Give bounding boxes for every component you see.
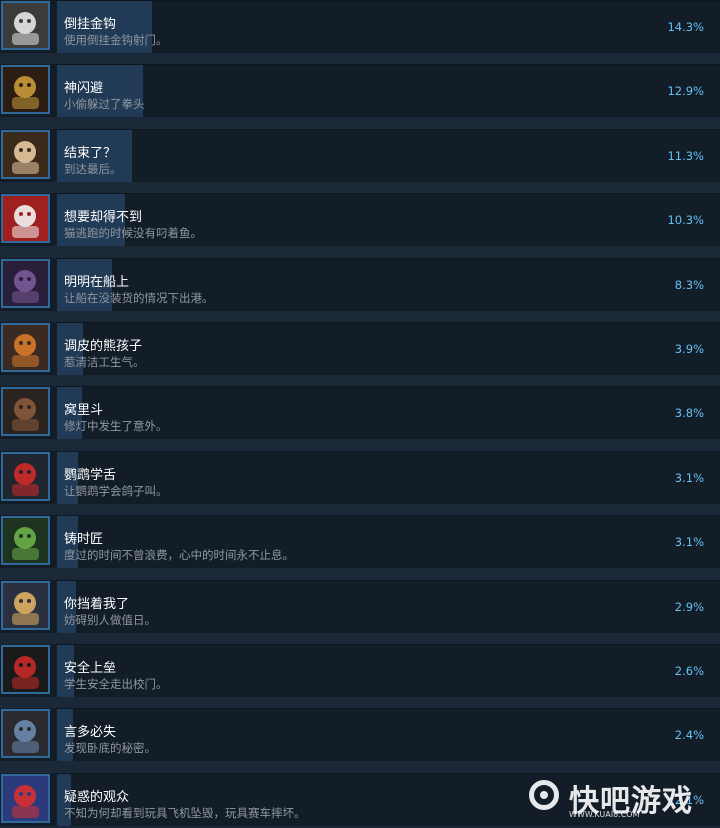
achievement-row[interactable]: 调皮的熊孩子 惹清洁工生气。 3.9%: [0, 322, 720, 375]
angry-cat-icon: [1, 194, 50, 243]
achievement-title: 安全上垒: [64, 661, 117, 676]
masked-thief-icon: [1, 65, 50, 114]
angry-janitor-icon: [1, 323, 50, 372]
man-portrait-icon: [1, 709, 50, 758]
clock-box-icon: [1, 516, 50, 565]
parrot-icon: [1, 452, 50, 501]
achievement-row[interactable]: 神闪避 小偷躲过了拳头 12.9%: [0, 64, 720, 117]
mystery-crate-icon: [1, 259, 50, 308]
unlock-percent: 3.8%: [674, 406, 704, 420]
achievement-description: 不知为何却看到玩具飞机坠毁，玩具赛车摔坏。: [64, 806, 306, 820]
unlock-percent: 11.3%: [667, 149, 704, 163]
unlock-percent: 2.6%: [674, 664, 704, 678]
watermark-url: WWW.KUAI8.COM: [569, 810, 640, 819]
achievement-description: 到达最后。: [64, 162, 122, 176]
achievement-title: 倒挂金钩: [64, 17, 117, 32]
achievement-title: 调皮的熊孩子: [64, 339, 143, 354]
unlock-percent: 10.3%: [667, 213, 704, 227]
achievement-row[interactable]: 结束了？ 到达最后。 11.3%: [0, 129, 720, 182]
achievement-title: 鹦鹉学舌: [64, 468, 117, 483]
achievement-description: 使用倒挂金钩射门。: [64, 33, 168, 47]
achievement-title: 明明在船上: [64, 275, 130, 290]
achievement-description: 妨碍别人做值日。: [64, 613, 156, 627]
achievement-description: 修灯中发生了意外。: [64, 419, 168, 433]
unlock-percent: 3.1%: [674, 535, 704, 549]
achievement-title: 神闪避: [64, 81, 104, 96]
achievement-description: 学生安全走出校门。: [64, 677, 168, 691]
girl-broom-icon: [1, 581, 50, 630]
achievement-row[interactable]: 铸时匠 度过的时间不曾浪费，心中的时间永不止息。 3.1%: [0, 515, 720, 568]
achievement-title: 想要却得不到: [64, 210, 143, 225]
achievement-title: 言多必失: [64, 725, 117, 740]
sneaker-icon: [1, 645, 50, 694]
unlock-percent: 14.3%: [667, 20, 704, 34]
achievement-description: 让船在没装货的情况下出港。: [64, 291, 214, 305]
achievement-row[interactable]: 鹦鹉学舌 让鹦鹉学会鸽子叫。 3.1%: [0, 451, 720, 504]
achievement-title: 你挡着我了: [64, 597, 130, 612]
achievement-description: 发现卧底的秘密。: [64, 741, 156, 755]
achievement-row[interactable]: 窝里斗 修灯中发生了意外。 3.8%: [0, 386, 720, 439]
two-men-icon: [1, 387, 50, 436]
achievement-row[interactable]: 倒挂金钩 使用倒挂金钩射门。 14.3%: [0, 0, 720, 53]
toy-plane-icon: [1, 774, 50, 823]
kuai8-logo-icon: [529, 780, 559, 810]
achievement-description: 度过的时间不曾浪费，心中的时间永不止息。: [64, 548, 294, 562]
unlock-percent: 12.9%: [667, 84, 704, 98]
achievement-description: 猫逃跑的时候没有叼着鱼。: [64, 226, 202, 240]
achievement-title: 结束了？: [64, 146, 117, 161]
unlock-percent: 8.3%: [674, 278, 704, 292]
achievement-list: 倒挂金钩 使用倒挂金钩射门。 14.3% 神闪避 小偷躲过了拳头 12.9% 结束了？ 到达最…: [0, 0, 720, 828]
achievement-row[interactable]: 想要却得不到 猫逃跑的时候没有叼着鱼。 10.3%: [0, 193, 720, 246]
unlock-percent: 2.4%: [674, 728, 704, 742]
achievement-row[interactable]: 你挡着我了 妨碍别人做值日。 2.9%: [0, 580, 720, 633]
achievement-description: 惹清洁工生气。: [64, 355, 145, 369]
achievement-row[interactable]: 明明在船上 让船在没装货的情况下出港。 8.3%: [0, 258, 720, 311]
achievement-description: 让鹦鹉学会鸽子叫。: [64, 484, 168, 498]
unlock-percent: 3.9%: [674, 342, 704, 356]
open-book-icon: [1, 130, 50, 179]
unlock-percent: 3.1%: [674, 471, 704, 485]
achievement-row[interactable]: 言多必失 发现卧底的秘密。 2.4%: [0, 708, 720, 761]
watermark: 快吧游戏 WWW.KUAI8.COM: [529, 778, 714, 822]
achievement-description: 小偷躲过了拳头: [64, 97, 145, 111]
achievement-title: 疑惑的观众: [64, 790, 130, 805]
achievement-row[interactable]: 安全上垒 学生安全走出校门。 2.6%: [0, 644, 720, 697]
achievement-title: 铸时匠: [64, 532, 104, 547]
achievement-title: 窝里斗: [64, 403, 104, 418]
soccer-kick-icon: [1, 1, 50, 50]
unlock-percent: 2.9%: [674, 600, 704, 614]
